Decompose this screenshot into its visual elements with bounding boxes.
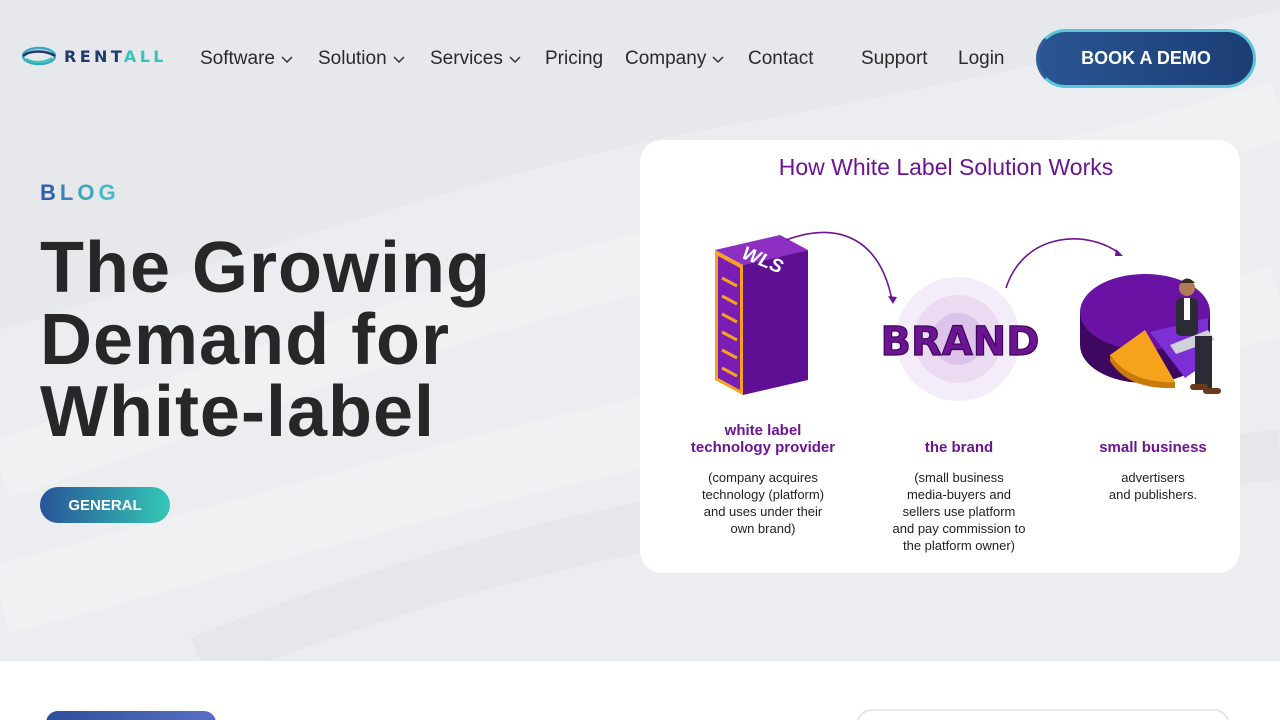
title-line: Demand for — [40, 300, 451, 380]
arrow-2 — [1005, 238, 1121, 289]
desc-line: sellers use platform — [902, 504, 1016, 519]
content-section — [0, 661, 1280, 720]
nav-label: Solution — [318, 48, 387, 69]
site-header: RENTALL Software Solution Services Prici… — [0, 0, 1280, 118]
eyebrow-letter: B — [40, 180, 60, 205]
nav-item-company[interactable]: Company — [625, 48, 724, 70]
nav-item-solution[interactable]: Solution — [318, 48, 405, 70]
nav-label: Software — [200, 48, 275, 69]
heading-line: the brand — [924, 439, 994, 456]
sidebar-box — [856, 709, 1230, 720]
chevron-down-icon — [509, 56, 521, 64]
page-title: The Growing Demand for White-label — [40, 232, 600, 448]
chevron-down-icon — [712, 56, 724, 64]
logo-text-part1: RENT — [64, 46, 124, 66]
desc-line: advertisers — [1121, 470, 1185, 485]
nav-support-link[interactable]: Support — [861, 48, 928, 70]
nav-item-software[interactable]: Software — [200, 48, 293, 70]
brand-word: BRAND — [881, 319, 1040, 365]
desc-line: own brand) — [730, 521, 796, 536]
eyebrow-letter: L — [59, 180, 78, 205]
eyebrow-letter: G — [98, 180, 120, 205]
infographic-illustration: WLS BRAND — [715, 231, 1221, 401]
column-heading-provider: white label technology provider — [678, 422, 848, 456]
logo[interactable]: RENTALL — [20, 44, 167, 68]
eye-wave-icon — [21, 46, 57, 66]
eyebrow-letter: O — [77, 180, 99, 205]
nav-item-contact[interactable]: Contact — [748, 48, 813, 70]
logo-wordmark: RENTALL — [64, 47, 167, 66]
column-desc-brand: (small business media-buyers and sellers… — [874, 469, 1044, 554]
blog-eyebrow: BLOG — [40, 180, 120, 206]
title-line: The Growing — [40, 228, 491, 308]
chevron-down-icon — [281, 56, 293, 64]
chevron-down-icon — [393, 56, 405, 64]
heading-line: small business — [1099, 439, 1207, 456]
heading-line: technology provider — [690, 439, 836, 456]
nav-login-link[interactable]: Login — [958, 48, 1005, 70]
desc-line: media-buyers and — [906, 487, 1012, 502]
desc-line: (company acquires — [708, 470, 818, 485]
login-label: Login — [958, 48, 1005, 69]
column-desc-provider: (company acquires technology (platform) … — [678, 469, 848, 537]
nav-label: Contact — [748, 48, 814, 69]
nav-label: Company — [625, 48, 707, 69]
desc-line: and publishers. — [1108, 487, 1198, 502]
column-heading-business: small business — [1068, 439, 1238, 456]
desc-line: the platform owner) — [903, 538, 1015, 553]
nav-label: Services — [430, 48, 503, 69]
column-desc-business: advertisers and publishers. — [1068, 469, 1238, 503]
desc-line: and pay commission to — [892, 521, 1026, 536]
section-pill — [46, 711, 216, 720]
heading-line: white label — [724, 422, 802, 439]
desc-line: and uses under their — [703, 504, 823, 519]
logo-text-part2: ALL — [123, 46, 167, 66]
book-demo-button[interactable]: BOOK A DEMO — [1036, 29, 1256, 88]
nav-label: Pricing — [545, 48, 604, 69]
nav-item-pricing[interactable]: Pricing — [545, 48, 603, 70]
desc-line: (small business — [914, 470, 1004, 485]
infographic-card: How White Label Solution Works WLS BRAND — [640, 140, 1240, 573]
desc-line: technology (platform) — [701, 487, 825, 502]
column-heading-brand: the brand — [874, 439, 1044, 456]
nav-item-services[interactable]: Services — [430, 48, 521, 70]
support-label: Support — [861, 48, 928, 69]
category-tag[interactable]: GENERAL — [40, 487, 170, 523]
title-line: White-label — [40, 372, 436, 452]
